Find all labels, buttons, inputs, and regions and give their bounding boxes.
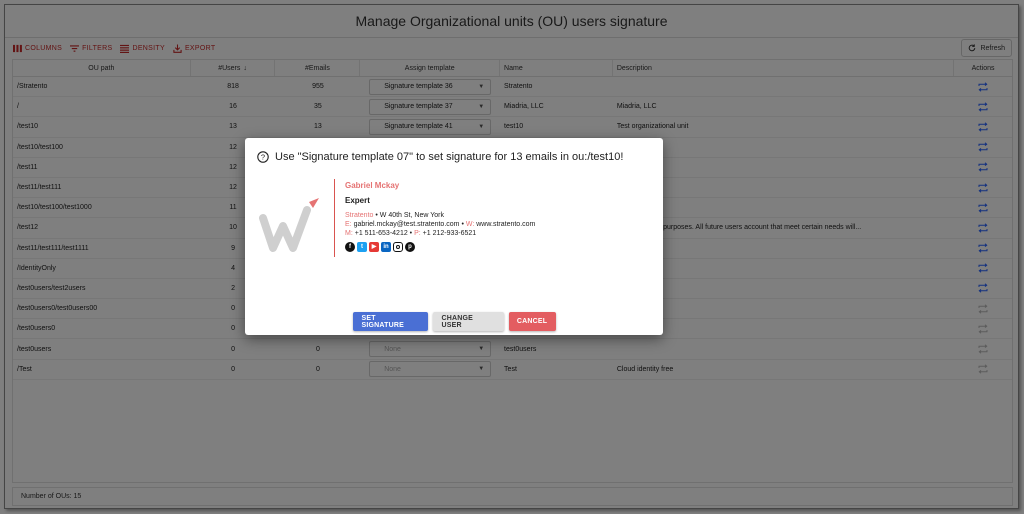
pinterest-icon[interactable]: p	[405, 242, 415, 252]
signature-company: Stratento	[345, 212, 374, 219]
twitter-icon[interactable]: t	[357, 242, 367, 252]
logo-w-icon	[259, 198, 319, 252]
signature-name: Gabriel Mckay	[345, 181, 400, 190]
instagram-icon[interactable]	[393, 242, 403, 252]
signature-phone: +1 212-933-6521	[420, 230, 477, 237]
email-label: E:	[345, 221, 352, 228]
dialog-title: ? Use "Signature template 07" to set sig…	[257, 151, 623, 163]
signature-phone-line: M: +1 511-653-4212 • P: +1 212-933-6521	[345, 229, 535, 238]
dialog-actions: SET SIGNATURE CHANGE USER CANCEL	[245, 312, 663, 331]
signature-divider	[334, 179, 335, 257]
youtube-icon[interactable]: ▶	[369, 242, 379, 252]
signature-address-line: Stratento • W 40th St, New York	[345, 211, 535, 220]
svg-text:?: ?	[261, 153, 265, 162]
confirm-dialog: ? Use "Signature template 07" to set sig…	[245, 138, 663, 335]
signature-role: Expert	[345, 196, 370, 205]
mobile-label: M:	[345, 230, 353, 237]
signature-address: • W 40th St, New York	[373, 212, 444, 219]
phone-label: P:	[414, 230, 421, 237]
question-icon: ?	[257, 151, 269, 163]
signature-email: gabriel.mckay@test.stratento.com •	[351, 221, 466, 228]
social-icons: f t ▶ in p	[345, 242, 535, 252]
signature-preview: Gabriel Mckay Expert Stratento • W 40th …	[345, 181, 535, 252]
signature-web: www.stratento.com	[474, 221, 536, 228]
set-signature-button[interactable]: SET SIGNATURE	[352, 312, 428, 331]
linkedin-icon[interactable]: in	[381, 242, 391, 252]
cancel-button[interactable]: CANCEL	[508, 312, 556, 331]
dialog-title-text: Use "Signature template 07" to set signa…	[275, 151, 624, 163]
signature-email-line: E: gabriel.mckay@test.stratento.com • W:…	[345, 220, 535, 229]
signature-mobile: +1 511-653-4212 •	[352, 230, 415, 237]
facebook-icon[interactable]: f	[345, 242, 355, 252]
change-user-button[interactable]: CHANGE USER	[432, 312, 504, 331]
